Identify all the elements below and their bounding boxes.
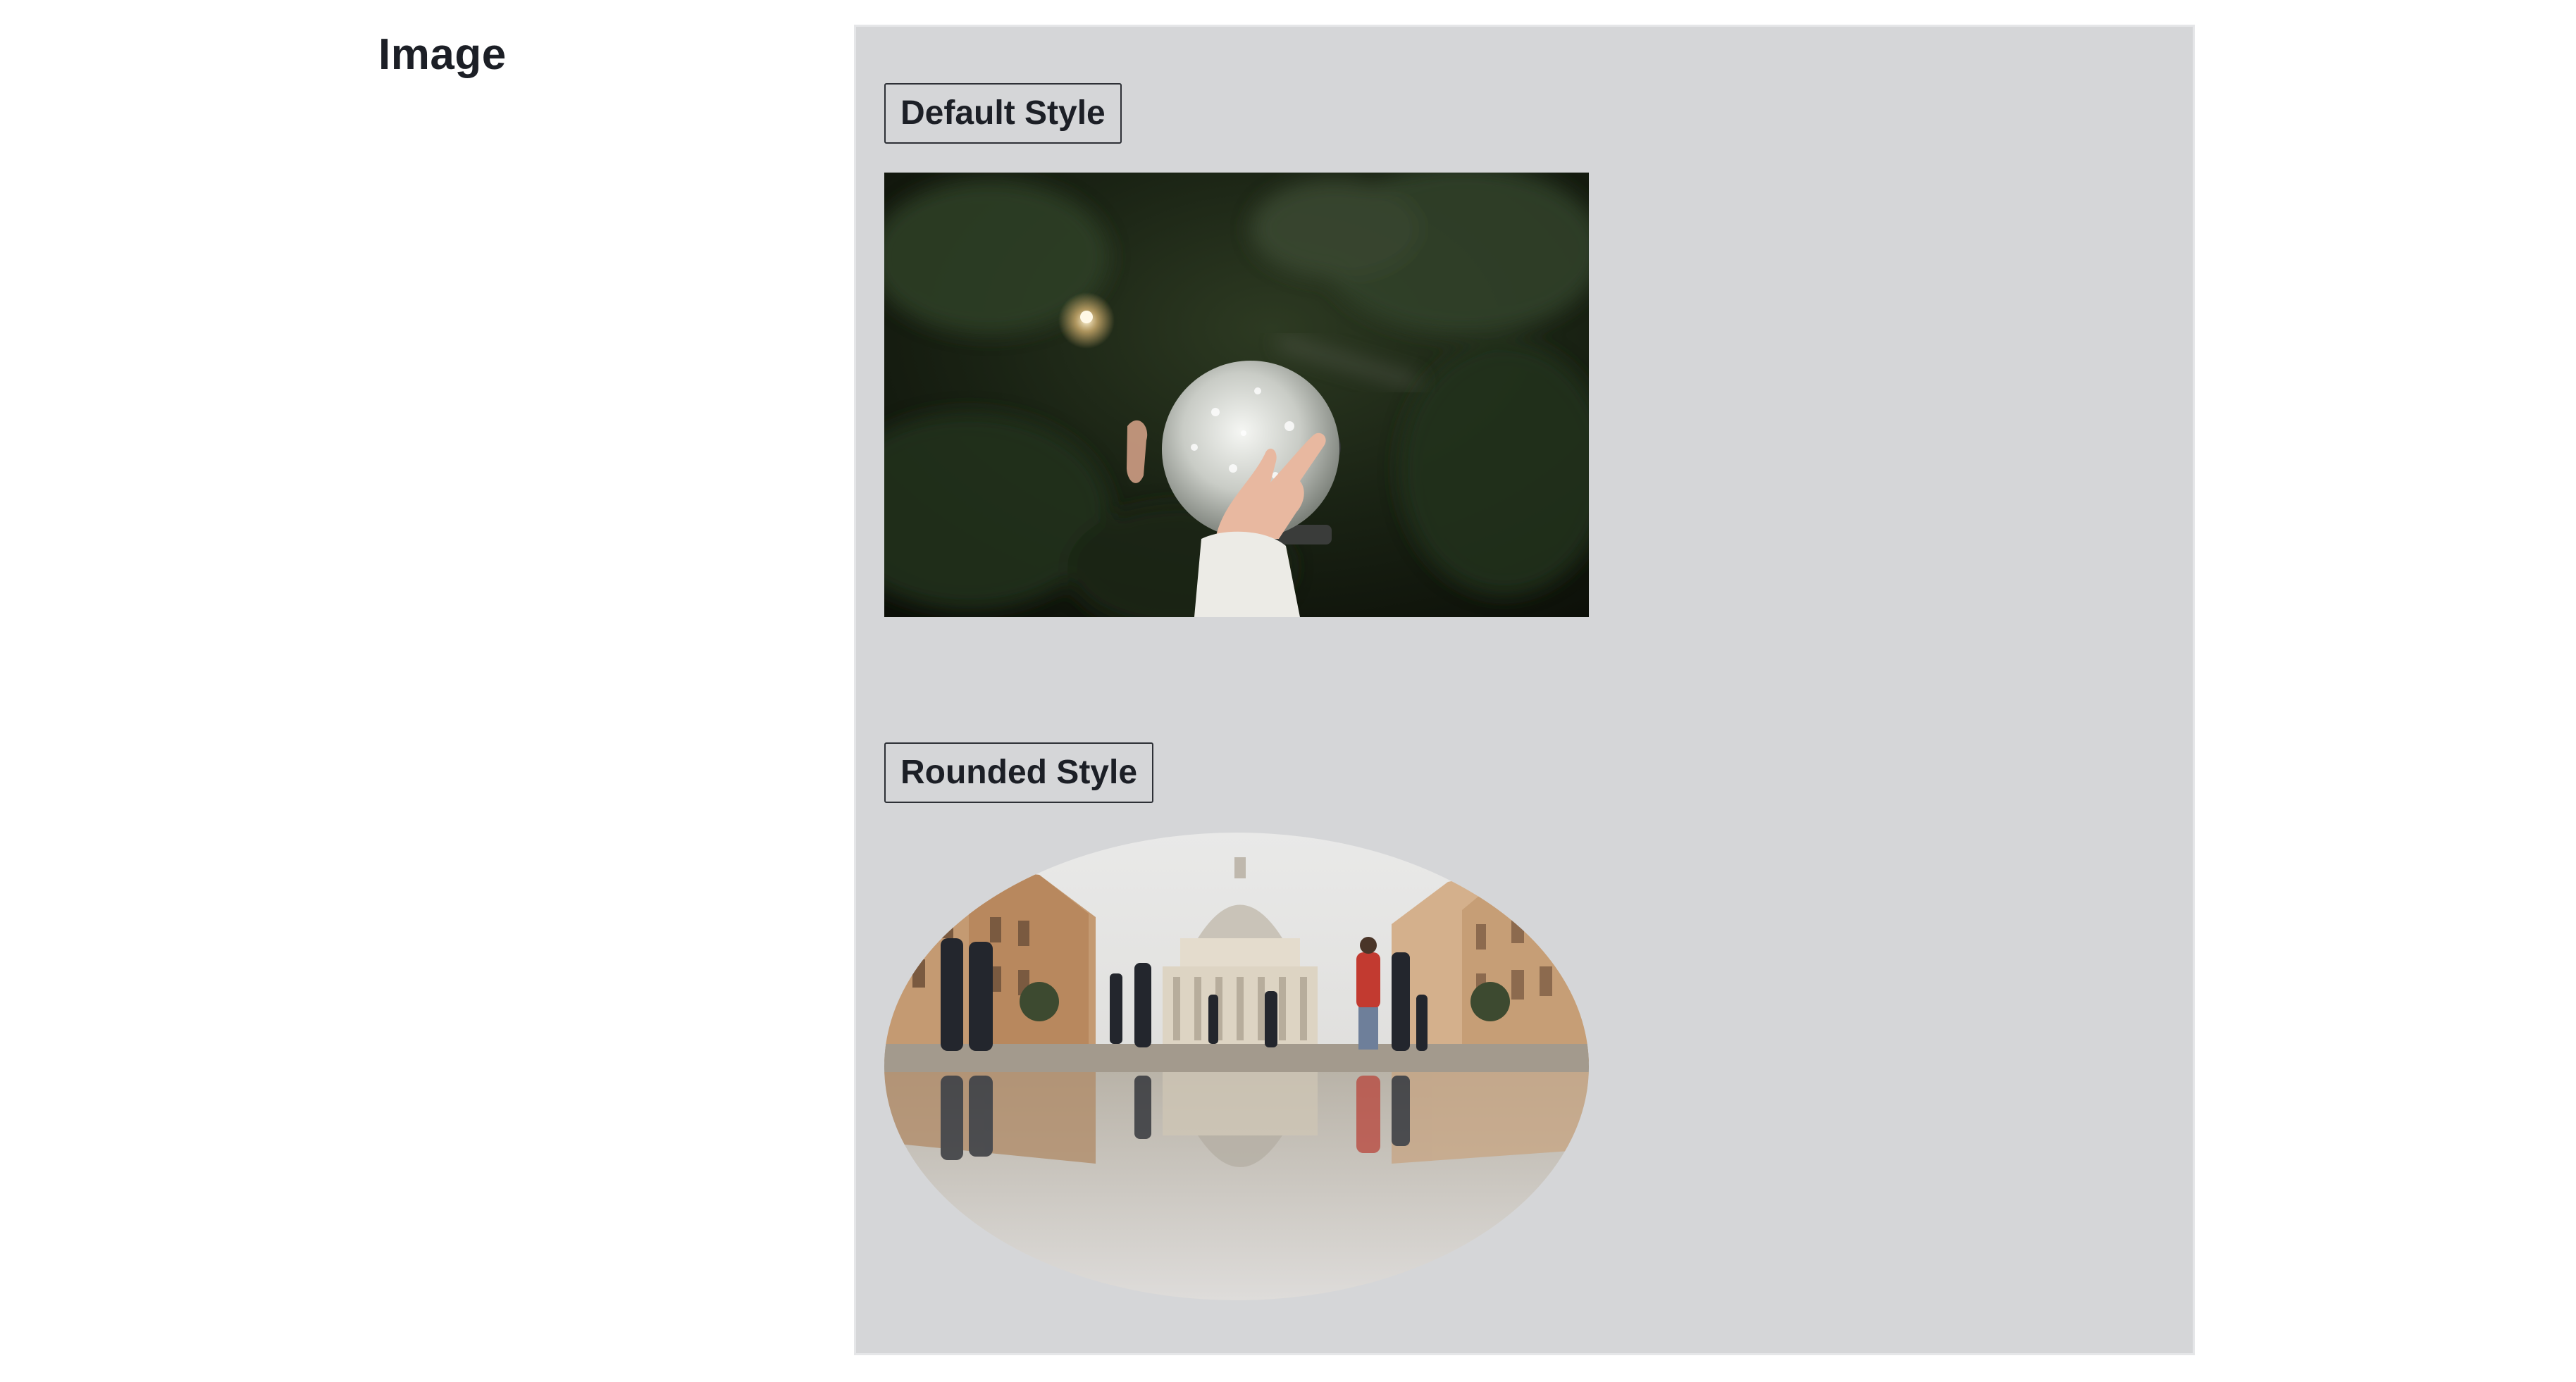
page-title: Image (378, 30, 507, 79)
snow-globe-image (884, 173, 1589, 617)
default-style-label: Default Style (884, 83, 1122, 144)
basilica-reflection-image (884, 833, 1589, 1300)
image-showcase-panel: Default Style Rounded Style (854, 25, 2195, 1355)
rounded-style-label: Rounded Style (884, 742, 1154, 803)
